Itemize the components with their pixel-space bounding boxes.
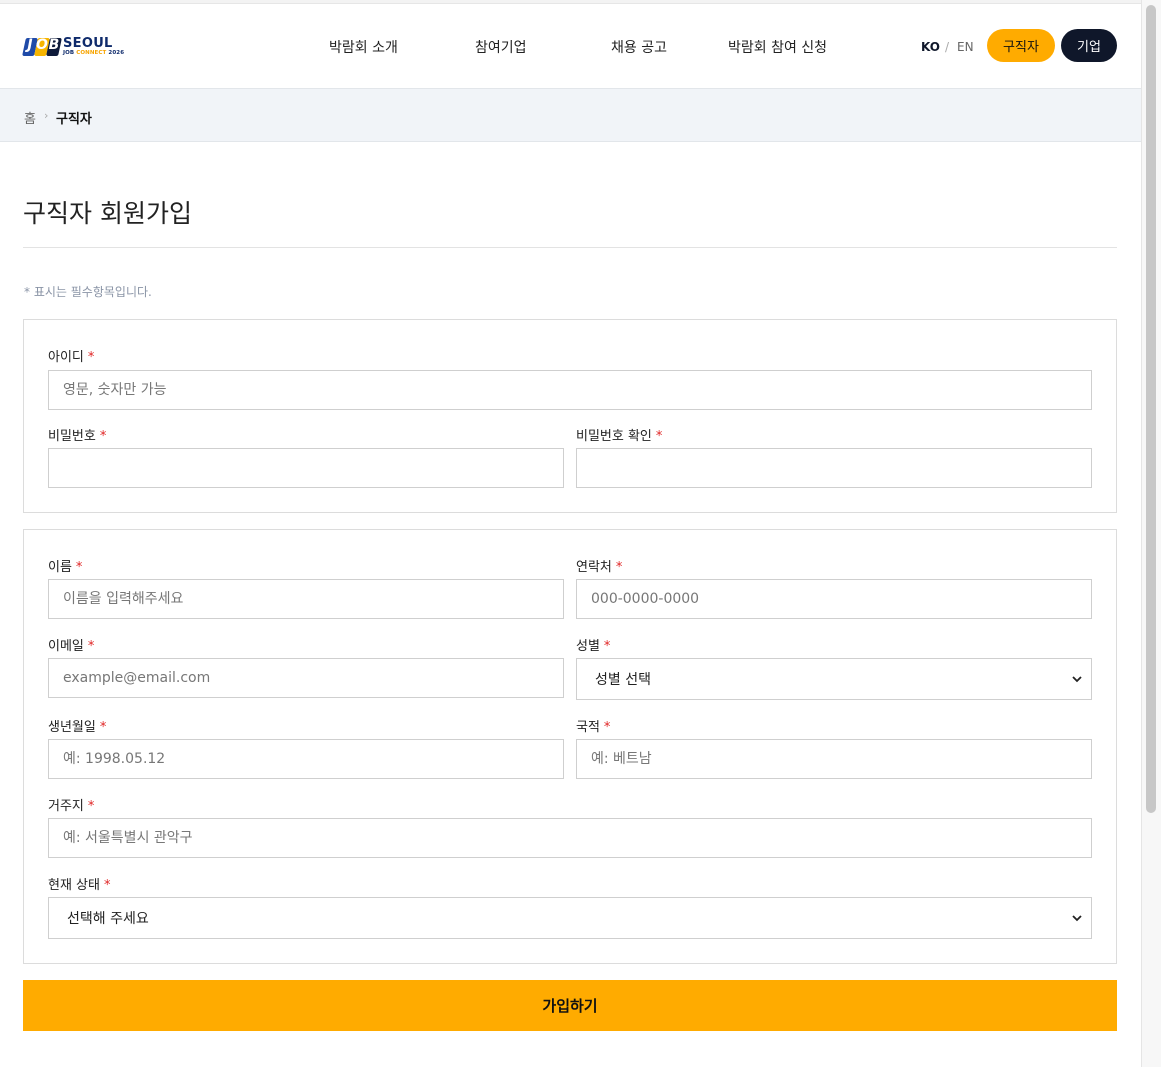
logo-seoul-text: SEOUL (63, 36, 113, 52)
site-logo[interactable]: JOB SEOUL JOB CONNECT 2026 (22, 34, 130, 60)
page-title: 구직자 회원가입 (23, 199, 192, 228)
lang-en-link[interactable]: EN (957, 40, 974, 54)
residence-input[interactable] (48, 818, 1092, 858)
status-select[interactable]: 선택해 주세요 (48, 897, 1092, 939)
logo-job-mark: JOB (22, 34, 62, 60)
name-label: 이름 * (48, 560, 83, 575)
title-divider (23, 247, 1117, 248)
gender-select-value: 성별 선택 (595, 672, 651, 688)
nav-item-apply[interactable]: 박람회 참여 신청 (728, 37, 827, 57)
breadcrumb-home[interactable]: 홈 (24, 108, 36, 127)
seeker-button[interactable]: 구직자 (987, 29, 1055, 62)
required-note: * 표시는 필수항목입니다. (24, 285, 152, 299)
logo-subtitle: JOB CONNECT 2026 (63, 50, 125, 57)
phone-input[interactable] (576, 579, 1092, 619)
chevron-down-icon (1072, 915, 1082, 922)
status-select-value: 선택해 주세요 (67, 911, 149, 927)
id-label: 아이디 * (48, 350, 95, 365)
company-button[interactable]: 기업 (1061, 29, 1117, 62)
gender-label: 성별 * (576, 639, 611, 654)
email-input[interactable] (48, 658, 564, 698)
breadcrumb-separator: › (44, 109, 49, 122)
residence-label: 거주지 * (48, 799, 95, 814)
nav-item-job-postings[interactable]: 채용 공고 (611, 37, 667, 57)
nav-item-fair-intro[interactable]: 박람회 소개 (329, 37, 398, 57)
scrollbar-thumb[interactable] (1146, 5, 1156, 813)
name-input[interactable] (48, 579, 564, 619)
nationality-label: 국적 * (576, 720, 611, 735)
site-header: JOB SEOUL JOB CONNECT 2026 박람회 소개 참여기업 채… (0, 4, 1141, 89)
breadcrumb-current: 구직자 (56, 112, 92, 127)
chevron-down-icon (1072, 676, 1082, 683)
nav-item-companies[interactable]: 참여기업 (475, 37, 527, 57)
lang-ko-link[interactable]: KO (921, 40, 940, 54)
profile-panel: 이름* 연락처* 이메일* 성별* 성별 선택 생년월일* 국적* 거주지* 현… (23, 529, 1117, 964)
email-label: 이메일 * (48, 639, 95, 654)
id-input[interactable] (48, 370, 1092, 410)
breadcrumb: 홈 › 구직자 (0, 89, 1141, 142)
nationality-input[interactable] (576, 739, 1092, 779)
logo-letter: O (36, 37, 48, 53)
birth-label: 생년월일 * (48, 720, 107, 735)
logo-letter: B (48, 37, 60, 53)
phone-label: 연락처 * (576, 560, 623, 575)
account-panel: 아이디* 비밀번호* 비밀번호 확인* (23, 319, 1117, 513)
gender-select[interactable]: 성별 선택 (576, 658, 1092, 700)
password-label: 비밀번호 * (48, 429, 107, 444)
lang-separator: / (945, 40, 950, 54)
status-label: 현재 상태 * (48, 878, 111, 893)
password-input[interactable] (48, 448, 564, 488)
page-scrollbar[interactable] (1141, 0, 1161, 1067)
birth-input[interactable] (48, 739, 564, 779)
password-confirm-input[interactable] (576, 448, 1092, 488)
signup-submit-button[interactable]: 가입하기 (23, 980, 1117, 1031)
password-confirm-label: 비밀번호 확인 * (576, 429, 663, 444)
logo-letter: J (27, 37, 33, 53)
